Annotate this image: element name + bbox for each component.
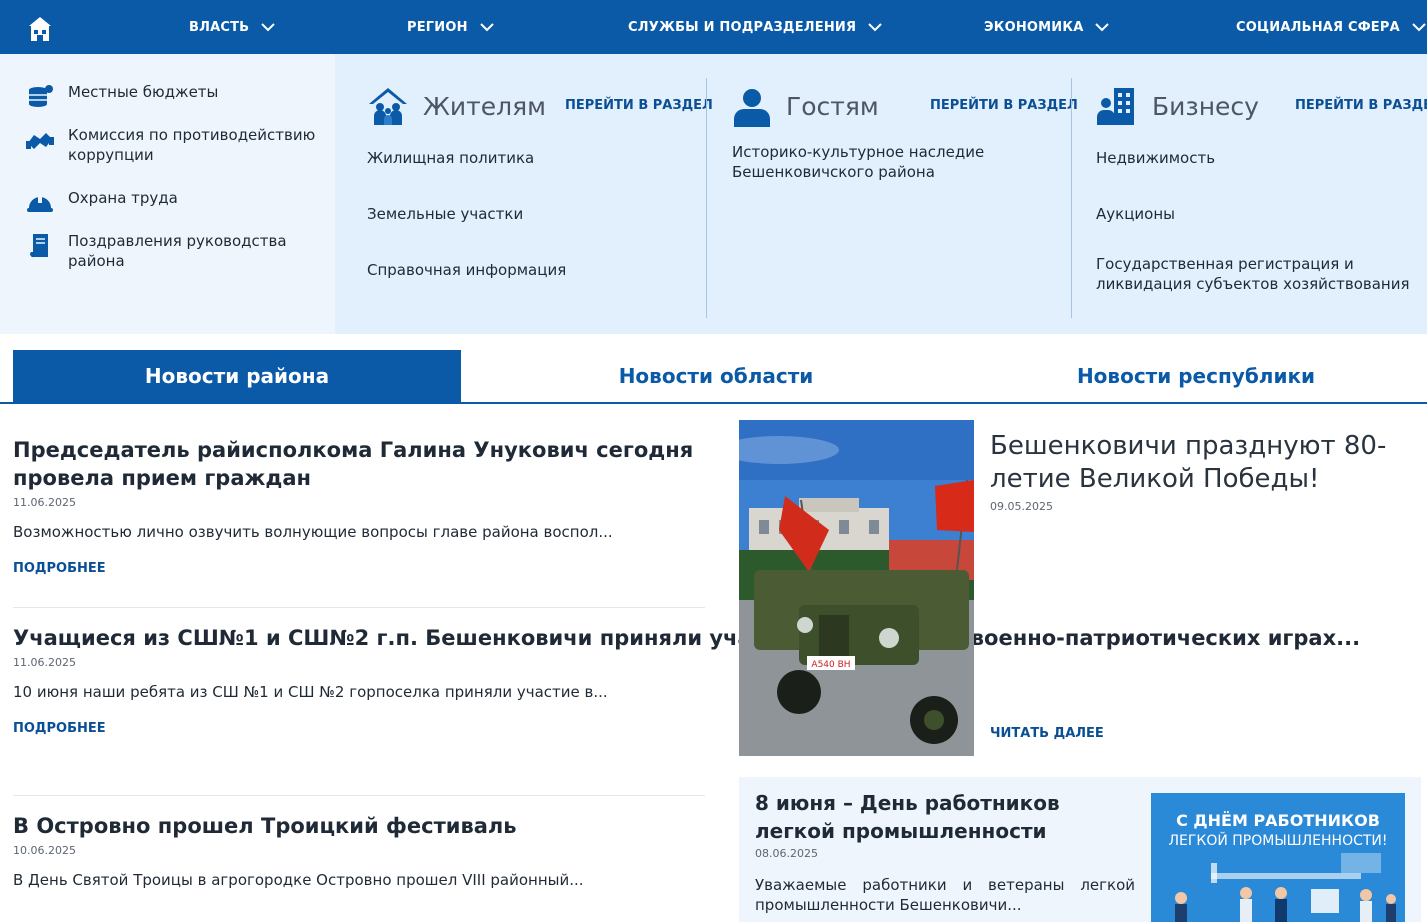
menu-item-greetings[interactable]: Поздравления руководства района <box>26 231 318 271</box>
go-to-section-link[interactable]: ПЕРЕЙТИ В РАЗДЕЛ <box>565 98 713 113</box>
business-icon <box>1097 88 1134 125</box>
column-title: Бизнесу <box>1152 91 1259 121</box>
scroll-icon <box>30 234 48 258</box>
news-title[interactable]: В Островно прошел Троицкий фестиваль <box>13 812 705 840</box>
card-title[interactable]: 8 июня – День работников легкой промышле… <box>755 789 1135 845</box>
news-item: Председатель райисполкома Галина Унукови… <box>13 436 705 576</box>
menu-item-budgets[interactable]: Местные бюджеты <box>26 82 318 110</box>
menu-item-labor-safety[interactable]: Охрана труда <box>26 188 318 216</box>
nav-label: ВЛАСТЬ <box>189 19 250 35</box>
nav-economy[interactable]: ЭКОНОМИКА <box>984 0 1110 54</box>
license-plate: А540 ВН <box>811 660 850 670</box>
menu-item-realty[interactable]: Недвижимость <box>1096 148 1215 168</box>
chevron-down-icon <box>261 22 276 31</box>
menu-item-anticorruption[interactable]: Комиссия по противодействию коррупции <box>26 125 318 165</box>
column-header: Гостям <box>732 78 879 134</box>
mega-menu: Местные бюджеты Комиссия по противодейст… <box>0 54 1427 334</box>
news-card: 8 июня – День работников легкой промышле… <box>739 777 1421 922</box>
nav-label: СОЦИАЛЬНАЯ СФЕРА <box>1236 19 1400 35</box>
top-navigation: ВЛАСТЬ РЕГИОН СЛУЖБЫ И ПОДРАЗДЕЛЕНИЯ ЭКО… <box>0 0 1427 54</box>
news-date: 11.06.2025 <box>13 496 76 509</box>
chevron-down-icon <box>868 22 882 31</box>
menu-label: Местные бюджеты <box>68 83 219 101</box>
tab-district-news[interactable]: Новости района <box>13 350 461 402</box>
featured-title[interactable]: Бешенковичи празднуют 80-летие Великой П… <box>990 430 1410 496</box>
column-guests: Гостям ПЕРЕЙТИ В РАЗДЕЛ Историко-культур… <box>732 78 1078 318</box>
nav-services[interactable]: СЛУЖБЫ И ПОДРАЗДЕЛЕНИЯ <box>628 0 882 54</box>
nav-social[interactable]: СОЦИАЛЬНАЯ СФЕРА <box>1236 0 1426 54</box>
card-excerpt: Уважаемые работники и ветераны легкой пр… <box>755 876 1135 914</box>
news-item: Учащиеся из СШ№1 и СШ№2 г.п. Бешенковичи… <box>13 624 1360 736</box>
read-further-link[interactable]: ЧИТАТЬ ДАЛЕЕ <box>990 726 1104 741</box>
menu-item-housing[interactable]: Жилищная политика <box>367 148 534 168</box>
read-more-link[interactable]: ПОДРОБНЕЕ <box>13 721 705 736</box>
chevron-down-icon <box>1412 22 1426 31</box>
divider <box>13 795 705 796</box>
menu-label: Комиссия по противодействию коррупции <box>68 126 316 164</box>
nav-label: СЛУЖБЫ И ПОДРАЗДЕЛЕНИЯ <box>628 19 857 35</box>
column-divider <box>706 78 707 318</box>
home-icon[interactable] <box>28 16 52 42</box>
news-date: 11.06.2025 <box>13 656 76 669</box>
news-excerpt: 10 июня наши ребята из СШ №1 и СШ №2 гор… <box>13 683 608 701</box>
guest-icon <box>734 89 770 127</box>
illustration <box>1175 853 1396 922</box>
nav-region[interactable]: РЕГИОН <box>407 0 494 54</box>
mega-menu-right: Жителям ПЕРЕЙТИ В РАЗДЕЛ Жилищная полити… <box>335 54 1427 334</box>
news-date: 10.06.2025 <box>13 844 76 857</box>
news-title[interactable]: Учащиеся из СШ№1 и СШ№2 г.п. Бешенковичи… <box>13 624 1360 652</box>
column-business: Бизнесу ПЕРЕЙТИ В РАЗДЕЛ Недвижимость Ау… <box>1096 78 1427 318</box>
news-excerpt: Возможностью лично озвучить волнующие во… <box>13 523 613 541</box>
column-header: Жителям <box>367 78 546 134</box>
mega-menu-left: Местные бюджеты Комиссия по противодейст… <box>0 54 335 334</box>
menu-item-land[interactable]: Земельные участки <box>367 204 523 224</box>
news-title[interactable]: Председатель райисполкома Галина Унукови… <box>13 436 705 492</box>
residents-icon <box>369 88 407 125</box>
column-header: Бизнесу <box>1096 78 1259 134</box>
tab-region-news[interactable]: Новости области <box>496 350 936 402</box>
go-to-section-link[interactable]: ПЕРЕЙТИ В РАЗДЕЛ <box>930 98 1078 113</box>
column-divider <box>1071 78 1072 318</box>
divider <box>13 607 705 608</box>
chevron-down-icon <box>479 22 494 31</box>
column-title: Гостям <box>786 91 879 121</box>
nav-vlast[interactable]: ВЛАСТЬ <box>189 0 276 54</box>
go-to-section-link[interactable]: ПЕРЕЙТИ В РАЗДЕЛ <box>1295 98 1427 113</box>
menu-item-auctions[interactable]: Аукционы <box>1096 204 1175 224</box>
read-more-link[interactable]: ПОДРОБНЕЕ <box>13 561 705 576</box>
card-date: 08.06.2025 <box>755 847 818 860</box>
news-excerpt: В День Святой Троицы в агрогородке Остро… <box>13 871 584 889</box>
news-tabs: Новости района Новости области Новости р… <box>0 350 1427 404</box>
column-residents: Жителям ПЕРЕЙТИ В РАЗДЕЛ Жилищная полити… <box>367 78 713 318</box>
menu-item-heritage[interactable]: Историко-культурное наследие Бешенковичс… <box>732 142 992 182</box>
news-item: В Островно прошел Троицкий фестиваль 10.… <box>13 812 705 889</box>
menu-label: Охрана труда <box>68 189 178 207</box>
featured-photo[interactable]: А540 ВН <box>739 420 974 756</box>
coins-icon <box>29 85 53 107</box>
tab-republic-news[interactable]: Новости республики <box>966 350 1426 402</box>
chevron-down-icon <box>1095 22 1110 31</box>
menu-item-reference[interactable]: Справочная информация <box>367 260 566 280</box>
column-title: Жителям <box>423 91 546 121</box>
helmet-icon <box>27 195 53 212</box>
featured-date: 09.05.2025 <box>990 500 1053 513</box>
handshake-icon <box>26 133 54 149</box>
menu-item-registration[interactable]: Государственная регистрация и ликвидация… <box>1096 254 1416 294</box>
nav-label: РЕГИОН <box>407 19 468 35</box>
menu-label: Поздравления руководства района <box>68 232 287 270</box>
nav-label: ЭКОНОМИКА <box>984 19 1084 35</box>
card-image[interactable]: С ДНЁМ РАБОТНИКОВ ЛЕГКОЙ ПРОМЫШЛЕННОСТИ! <box>1151 793 1405 922</box>
